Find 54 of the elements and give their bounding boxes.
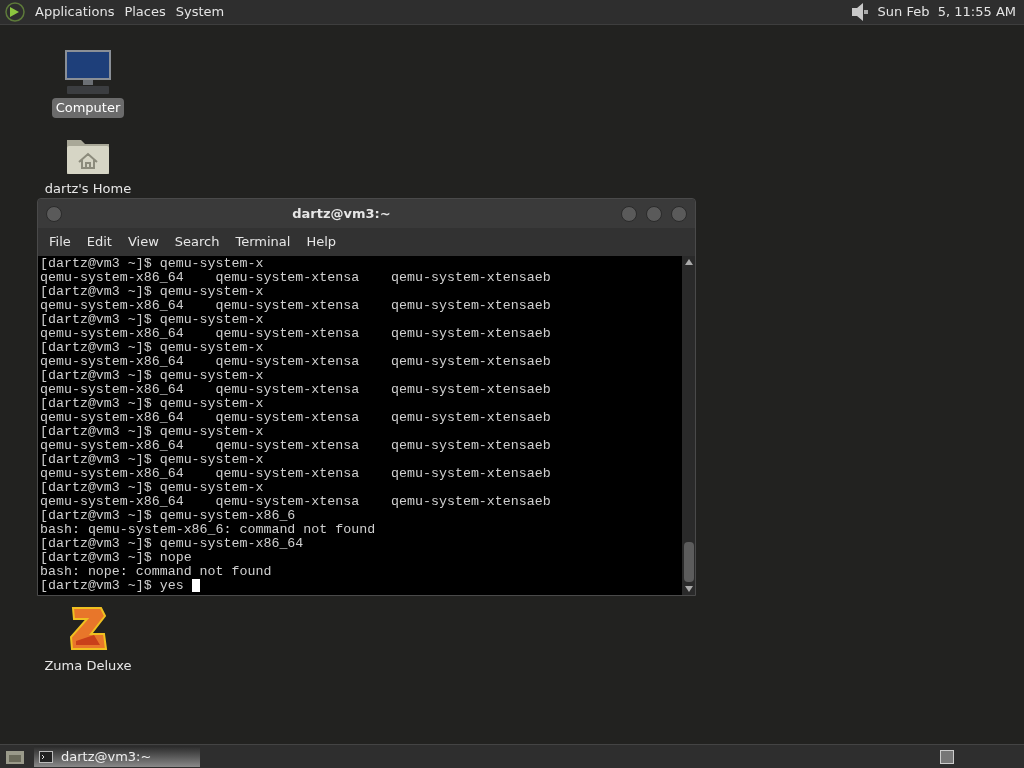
desktop-icon-label[interactable]: Zuma Deluxe: [40, 656, 136, 676]
scrollbar[interactable]: [682, 256, 695, 595]
computer-icon: [63, 49, 113, 95]
taskbar-button[interactable]: dartz@vm3:~: [34, 746, 200, 767]
clock[interactable]: Sun Feb 5, 11:55 AM: [877, 2, 1020, 22]
terminal-line: [dartz@vm3 ~]$ qemu-system-x: [40, 313, 264, 327]
show-desktop-icon[interactable]: [5, 748, 25, 765]
terminal-icon: [39, 750, 53, 763]
menu-item[interactable]: File: [41, 232, 79, 252]
terminal-line: qemu-system-x86_64 qemu-system-xtensa qemu-system-xtensaeb: [40, 495, 551, 509]
close-button[interactable]: [671, 205, 687, 222]
window-menu-icon[interactable]: [46, 205, 62, 222]
terminal-line: qemu-system-x86_64 qemu-system-xtensa qemu-system-xtensaeb: [40, 411, 551, 425]
scrollbar-thumb[interactable]: [683, 542, 694, 582]
terminal-line: [dartz@vm3 ~]$ qemu-system-x: [40, 425, 264, 439]
terminal-line: qemu-system-x86_64 qemu-system-xtensa qemu-system-xtensaeb: [40, 355, 551, 369]
terminal-line: [dartz@vm3 ~]$ qemu-system-x86_6: [40, 509, 296, 523]
panel-menu[interactable]: Places: [119, 2, 171, 22]
terminal-line: qemu-system-x86_64 qemu-system-xtensa qemu-system-xtensaeb: [40, 271, 551, 285]
menu-item[interactable]: Edit: [78, 232, 120, 252]
scroll-up-icon[interactable]: [684, 259, 693, 265]
terminal-line: [dartz@vm3 ~]$ qemu-system-x: [40, 453, 264, 467]
terminal-line: qemu-system-x86_64 qemu-system-xtensa qemu-system-xtensaeb: [40, 299, 551, 313]
terminal-line: [dartz@vm3 ~]$ qemu-system-x: [40, 397, 264, 411]
terminal-line: qemu-system-x86_64 qemu-system-xtensa qemu-system-xtensaeb: [40, 383, 551, 397]
terminal-line: bash: nope: command not found: [40, 565, 272, 579]
desktop-icon-label[interactable]: dartz's Home: [40, 179, 136, 199]
text-cursor: [191, 579, 200, 592]
distro-logo-icon: [4, 1, 26, 23]
terminal-line: [dartz@vm3 ~]$ qemu-system-x86_64: [40, 537, 304, 551]
terminal-line: qemu-system-x86_64 qemu-system-xtensa qemu-system-xtensaeb: [40, 467, 551, 481]
terminal-line: qemu-system-x86_64 qemu-system-xtensa qemu-system-xtensaeb: [40, 439, 551, 453]
terminal-line: [dartz@vm3 ~]$ qemu-system-x: [40, 285, 264, 299]
terminal-line: [dartz@vm3 ~]$ yes: [40, 579, 185, 593]
menu-item[interactable]: Help: [298, 232, 345, 252]
minimize-button[interactable]: [621, 205, 637, 222]
window-title: dartz@vm3:~: [291, 204, 392, 223]
terminal-line: [dartz@vm3 ~]$ qemu-system-x: [40, 369, 264, 383]
game-icon: [68, 605, 108, 653]
scroll-down-icon[interactable]: [684, 586, 693, 592]
menu-item[interactable]: View: [119, 232, 167, 252]
maximize-button[interactable]: [646, 205, 662, 222]
desktop-icon-label[interactable]: Computer: [51, 98, 125, 118]
workspace-switcher[interactable]: [940, 749, 954, 764]
menu-item[interactable]: Search: [166, 232, 228, 252]
terminal-line: [dartz@vm3 ~]$ nope: [40, 551, 192, 565]
panel-menu[interactable]: System: [170, 2, 230, 22]
terminal-line: qemu-system-x86_64 qemu-system-xtensa qemu-system-xtensaeb: [40, 327, 551, 341]
terminal-line: [dartz@vm3 ~]$ qemu-system-x: [40, 481, 264, 495]
terminal-line: [dartz@vm3 ~]$ qemu-system-x: [40, 341, 264, 355]
panel-menu[interactable]: Applications: [30, 2, 120, 22]
terminal-line: bash: qemu-system-x86_6: command not found: [40, 523, 376, 537]
menu-item[interactable]: Terminal: [227, 232, 299, 252]
terminal-line: [dartz@vm3 ~]$ qemu-system-x: [40, 257, 264, 271]
